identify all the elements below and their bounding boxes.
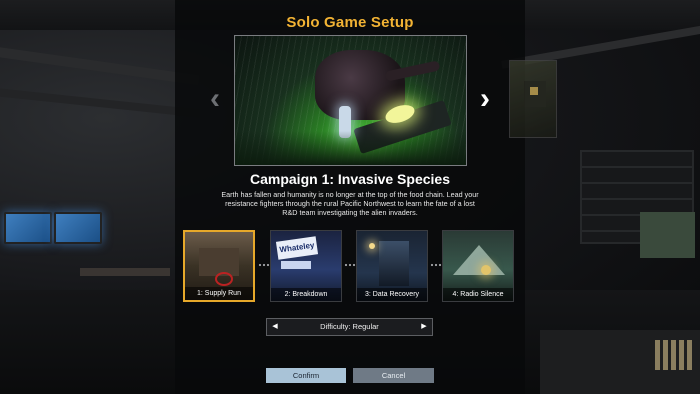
camp-light xyxy=(481,265,491,275)
corridor xyxy=(379,241,409,286)
page-title: Solo Game Setup xyxy=(286,14,414,31)
motel-sign: Whateley xyxy=(275,236,319,260)
campaign-title: Campaign 1: Invasive Species xyxy=(250,171,450,187)
difficulty-prev-icon[interactable]: ◀ xyxy=(268,319,282,335)
cancel-button[interactable]: Cancel xyxy=(353,368,434,383)
mission-label: 1: Supply Run xyxy=(185,287,253,300)
tent xyxy=(453,245,505,275)
motel-sign-board xyxy=(281,261,311,269)
confirm-button[interactable]: Confirm xyxy=(266,368,346,383)
mission-connector xyxy=(344,263,356,267)
rafter xyxy=(0,44,200,86)
prev-campaign-arrow-icon[interactable]: ‹ xyxy=(202,84,228,114)
mission-label: 4: Radio Silence xyxy=(443,288,513,301)
ground-shadow xyxy=(235,131,466,165)
next-campaign-arrow-icon[interactable]: › xyxy=(472,84,498,114)
mission-label: 2: Breakdown xyxy=(271,288,341,301)
ceiling-lamp xyxy=(369,243,375,249)
next-campaign-thumbnail[interactable] xyxy=(509,60,557,138)
difficulty-next-icon[interactable]: ▶ xyxy=(417,319,431,335)
mission-card-breakdown[interactable]: Whateley 2: Breakdown xyxy=(270,230,342,302)
mission-connector xyxy=(430,263,442,267)
mission-connector xyxy=(258,263,270,267)
campaign-hero-image xyxy=(234,35,467,166)
difficulty-label: Difficulty: Regular xyxy=(320,322,379,331)
mission-card-radio-silence[interactable]: 4: Radio Silence xyxy=(442,230,514,302)
difficulty-selector[interactable]: ◀ Difficulty: Regular ▶ xyxy=(266,318,433,336)
background-bottles xyxy=(655,340,695,370)
rafter xyxy=(0,86,200,118)
thumbnail-window xyxy=(530,87,538,95)
mission-label: 3: Data Recovery xyxy=(357,288,427,301)
mission-card-supply-run[interactable]: 1: Supply Run xyxy=(183,230,255,302)
campaign-description: Earth has fallen and humanity is no long… xyxy=(221,190,479,218)
bicycle xyxy=(215,272,233,286)
mission-list: 1: Supply Run Whateley 2: Breakdown 3: D… xyxy=(0,225,700,305)
mission-card-data-recovery[interactable]: 3: Data Recovery xyxy=(356,230,428,302)
